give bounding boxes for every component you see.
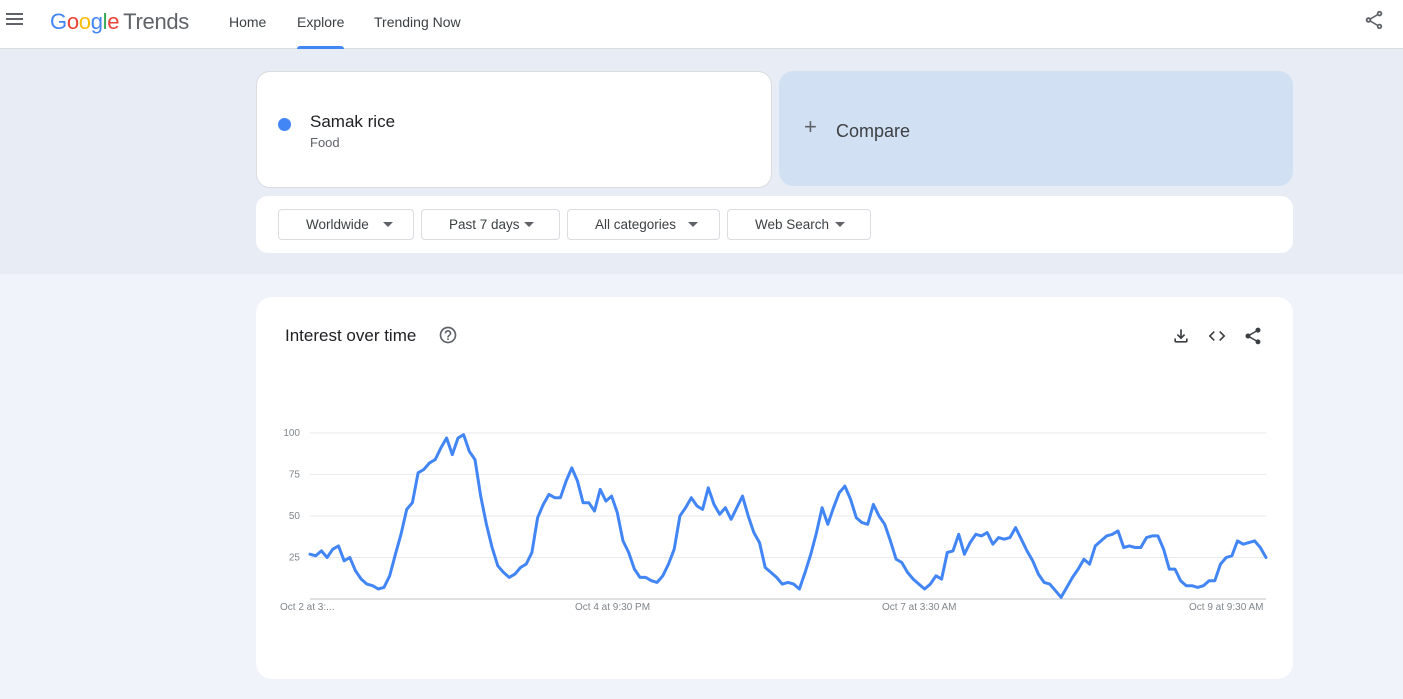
- search-type-filter[interactable]: Web Search: [727, 209, 871, 240]
- nav-tab-explore[interactable]: Explore: [297, 0, 345, 49]
- compare-button[interactable]: + Compare: [779, 71, 1293, 186]
- x-tick-label: Oct 4 at 9:30 PM: [575, 602, 650, 613]
- search-term-card[interactable]: Samak rice Food: [256, 71, 772, 188]
- region-filter[interactable]: Worldwide: [278, 209, 414, 240]
- time-range-filter[interactable]: Past 7 days: [421, 209, 560, 240]
- filter-bar: Worldwide Past 7 days All categories Web…: [256, 196, 1293, 253]
- x-tick-label: Oct 9 at 9:30 AM: [1189, 602, 1263, 613]
- caret-down-icon: [524, 222, 534, 227]
- time-range-filter-label: Past 7 days: [449, 217, 520, 232]
- y-tick-label: 100: [283, 428, 300, 439]
- google-trends-logo[interactable]: Google Trends: [50, 9, 189, 35]
- nav-tab-home[interactable]: Home: [229, 0, 266, 49]
- region-filter-label: Worldwide: [306, 217, 369, 232]
- share-icon[interactable]: [1363, 9, 1385, 31]
- search-term-name: Samak rice: [310, 112, 396, 131]
- category-filter-label: All categories: [595, 217, 677, 232]
- caret-down-icon: [835, 222, 845, 227]
- term-color-dot: [278, 118, 291, 131]
- search-type-filter-label: Web Search: [755, 217, 830, 232]
- interest-chart: 25 50 75 100 Oct 2 at 3:... Oct 4 at 9:30 PM O…: [280, 428, 1268, 613]
- x-tick-label: Oct 7 at 3:30 AM: [882, 602, 956, 613]
- interest-over-time-card: Interest over time 25 50 75 100 Oct 2 at 3:.…: [256, 297, 1293, 679]
- caret-down-icon: [688, 222, 698, 227]
- top-bar: Google Trends Home Explore Trending Now: [0, 0, 1403, 49]
- compare-label: Compare: [836, 121, 911, 141]
- search-term-category: Food: [310, 135, 340, 150]
- nav-tab-trending-now[interactable]: Trending Now: [374, 0, 461, 49]
- menu-icon[interactable]: [6, 10, 26, 32]
- caret-down-icon: [383, 222, 393, 227]
- y-tick-label: 50: [289, 511, 301, 522]
- category-filter[interactable]: All categories: [567, 209, 720, 240]
- y-tick-label: 25: [289, 553, 301, 564]
- x-tick-label: Oct 2 at 3:...: [280, 602, 334, 613]
- plus-icon: +: [804, 114, 817, 139]
- y-tick-label: 75: [289, 470, 301, 481]
